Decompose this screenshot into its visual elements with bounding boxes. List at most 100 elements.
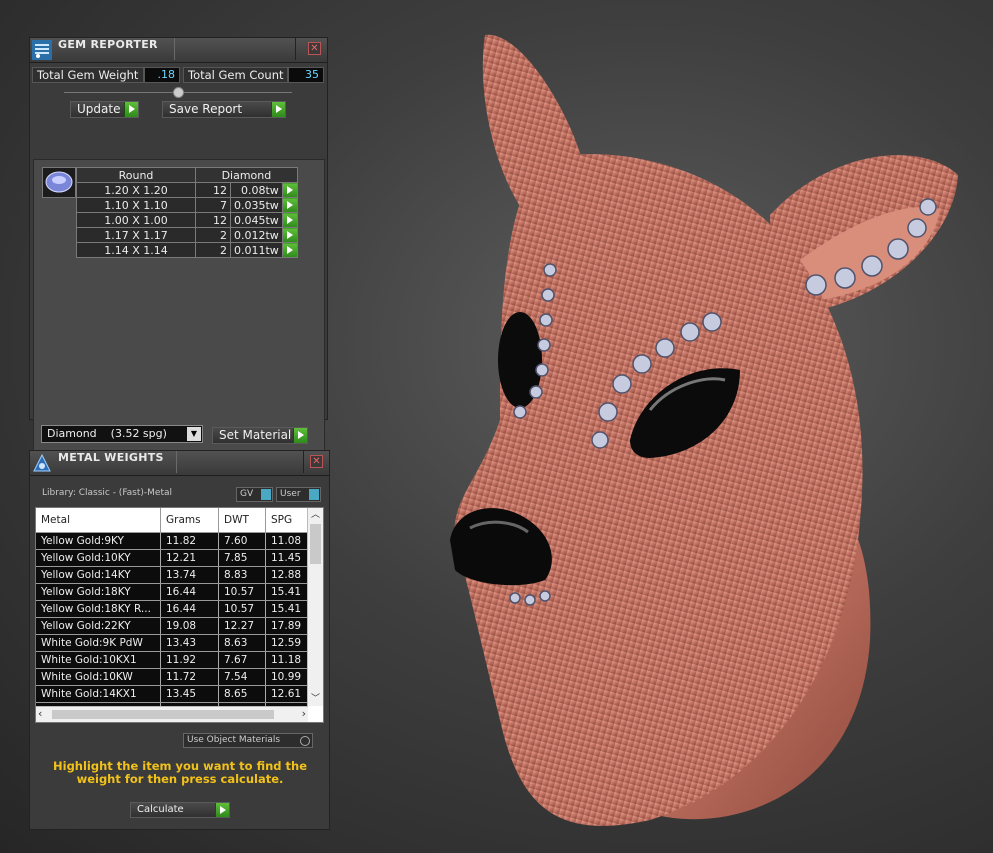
metal-name: White Gold:14KX1 bbox=[36, 685, 161, 703]
metal-weights-icon bbox=[33, 453, 51, 472]
gem-row-play-button[interactable] bbox=[281, 182, 298, 198]
gem-row[interactable]: 1.17 X 1.17 2 0.012tw bbox=[76, 227, 298, 243]
vertical-scrollbar[interactable]: ︿ ﹀ bbox=[307, 508, 323, 706]
gem-row-play-button[interactable] bbox=[281, 242, 298, 258]
scroll-right-icon[interactable]: › bbox=[302, 707, 306, 721]
metal-weights-panel: METAL WEIGHTS ✕ Library: Classic - (Fast… bbox=[29, 450, 330, 830]
gem-weight: 0.08tw bbox=[230, 182, 283, 198]
round-gem-icon bbox=[45, 171, 73, 193]
gem-row[interactable]: 1.00 X 1.00 12 0.045tw bbox=[76, 212, 298, 228]
gem-count: 12 bbox=[195, 182, 231, 198]
metal-spg: 15.41 bbox=[265, 583, 308, 601]
metal-spg: 12.59 bbox=[265, 634, 308, 652]
metal-row[interactable]: White Gold:10KX1 11.92 7.67 11.18 bbox=[36, 651, 308, 669]
ring-band-inner bbox=[628, 496, 790, 770]
metal-row[interactable]: White Gold:10KW 11.72 7.54 10.99 bbox=[36, 668, 308, 686]
chevron-down-icon: ▼ bbox=[187, 427, 201, 441]
gem-size: 1.17 X 1.17 bbox=[76, 227, 196, 243]
scroll-down-icon[interactable]: ﹀ bbox=[308, 692, 323, 706]
metal-weights-titlebar[interactable]: METAL WEIGHTS ✕ bbox=[30, 451, 329, 476]
metal-table: Metal Grams DWT SPG Yellow Gold:9KY 11.82… bbox=[36, 508, 308, 720]
metal-row[interactable]: Yellow Gold:14KY 13.74 8.83 12.88 bbox=[36, 566, 308, 584]
scroll-thumb[interactable] bbox=[310, 524, 321, 564]
gem-count: 2 bbox=[195, 227, 231, 243]
metal-dwt: 7.54 bbox=[218, 668, 266, 686]
metal-list[interactable]: Metal Grams DWT SPG Yellow Gold:9KY 11.82… bbox=[35, 507, 324, 723]
horizontal-scrollbar[interactable]: ‹ › bbox=[36, 706, 308, 722]
total-gem-weight-label: Total Gem Weight bbox=[32, 67, 144, 83]
gv-toggle[interactable]: GV bbox=[236, 487, 273, 502]
deer-head bbox=[454, 154, 863, 826]
gem-size: 1.10 X 1.10 bbox=[76, 197, 196, 213]
metal-dwt: 8.83 bbox=[218, 566, 266, 584]
metal-name: Yellow Gold:22KY bbox=[36, 617, 161, 635]
gem-row[interactable]: 1.14 X 1.14 2 0.011tw bbox=[76, 242, 298, 258]
round-diamond-thumbnail[interactable] bbox=[42, 167, 76, 198]
metal-row[interactable]: Yellow Gold:18KY 16.44 10.57 15.41 bbox=[36, 583, 308, 601]
gem-weight: 0.045tw bbox=[230, 212, 283, 228]
gem-weight: 0.035tw bbox=[230, 197, 283, 213]
metal-dwt: 7.67 bbox=[218, 651, 266, 669]
scroll-thumb[interactable] bbox=[52, 710, 274, 719]
metal-grams: 13.45 bbox=[160, 685, 219, 703]
use-object-materials-toggle[interactable]: Use Object Materials bbox=[183, 733, 313, 748]
nose bbox=[450, 508, 552, 586]
metal-name: Yellow Gold:14KY bbox=[36, 566, 161, 584]
right-ear-inner bbox=[800, 207, 940, 300]
metal-spg: 10.99 bbox=[265, 668, 308, 686]
gem-row[interactable]: 1.20 X 1.20 12 0.08tw bbox=[76, 182, 298, 198]
gem-table: Round Diamond 1.20 X 1.20 12 0.08tw 1.10… bbox=[76, 167, 298, 258]
gv-toggle-label: GV bbox=[240, 489, 254, 499]
metal-grams: 13.43 bbox=[160, 634, 219, 652]
metal-row[interactable]: Yellow Gold:9KY 11.82 7.60 11.08 bbox=[36, 532, 308, 550]
splitter-knob-icon[interactable] bbox=[173, 87, 184, 98]
scroll-up-icon[interactable]: ︿ bbox=[308, 508, 323, 522]
eye-highlight bbox=[648, 377, 726, 411]
metal-spg: 17.89 bbox=[265, 617, 308, 635]
metal-row[interactable]: Yellow Gold:22KY 19.08 12.27 17.89 bbox=[36, 617, 308, 635]
metal-row[interactable]: Yellow Gold:10KY 12.21 7.85 11.45 bbox=[36, 549, 308, 567]
metal-dwt: 10.57 bbox=[218, 600, 266, 618]
metal-table-header: Metal Grams DWT SPG bbox=[36, 508, 308, 533]
material-select[interactable]: Diamond (3.52 spg) ▼ bbox=[41, 425, 203, 443]
column-header-grams[interactable]: Grams bbox=[160, 508, 219, 533]
gem-reporter-titlebar[interactable]: GEM REPORTER ✕ bbox=[30, 38, 327, 63]
right-ear bbox=[770, 155, 958, 310]
diamond-stones bbox=[509, 198, 937, 606]
user-toggle[interactable]: User bbox=[276, 487, 321, 502]
metal-row[interactable]: White Gold:14KX1 13.45 8.65 12.61 bbox=[36, 685, 308, 703]
metal-row[interactable]: White Gold:9K PdW 13.43 8.63 12.59 bbox=[36, 634, 308, 652]
close-icon[interactable]: ✕ bbox=[308, 42, 321, 55]
left-eye bbox=[498, 312, 542, 408]
left-ear bbox=[482, 34, 585, 235]
column-header-dwt[interactable]: DWT bbox=[218, 508, 266, 533]
panel-title: GEM REPORTER bbox=[58, 38, 158, 51]
gem-row-play-button[interactable] bbox=[281, 227, 298, 243]
metal-row[interactable]: Yellow Gold:18KY R... 16.44 10.57 15.41 bbox=[36, 600, 308, 618]
update-label: Update bbox=[77, 102, 121, 116]
gem-row-play-button[interactable] bbox=[281, 197, 298, 213]
set-material-button[interactable]: Set Material bbox=[212, 427, 308, 444]
calculate-button[interactable]: Calculate bbox=[130, 802, 230, 818]
gem-weight: 0.012tw bbox=[230, 227, 283, 243]
metal-dwt: 8.65 bbox=[218, 685, 266, 703]
metal-dwt: 8.63 bbox=[218, 634, 266, 652]
column-header-metal[interactable]: Metal bbox=[36, 508, 161, 533]
user-toggle-label: User bbox=[280, 489, 301, 499]
scroll-left-icon[interactable]: ‹ bbox=[38, 707, 42, 721]
nose-highlight bbox=[469, 520, 529, 534]
gem-row[interactable]: 1.10 X 1.10 7 0.035tw bbox=[76, 197, 298, 213]
column-header-spg[interactable]: SPG bbox=[265, 508, 308, 533]
metal-spg: 12.88 bbox=[265, 566, 308, 584]
close-icon[interactable]: ✕ bbox=[310, 455, 323, 468]
set-material-label: Set Material bbox=[219, 428, 292, 442]
metal-grams: 12.21 bbox=[160, 549, 219, 567]
save-report-button[interactable]: Save Report bbox=[162, 101, 286, 118]
metal-name: Yellow Gold:9KY bbox=[36, 532, 161, 550]
gem-list-area: Round Diamond 1.20 X 1.20 12 0.08tw 1.10… bbox=[33, 159, 325, 456]
gem-size: 1.00 X 1.00 bbox=[76, 212, 196, 228]
gem-row-play-button[interactable] bbox=[281, 212, 298, 228]
update-button[interactable]: Update bbox=[70, 101, 139, 118]
right-eye bbox=[630, 368, 740, 458]
total-gem-count-value: 35 bbox=[288, 67, 324, 83]
